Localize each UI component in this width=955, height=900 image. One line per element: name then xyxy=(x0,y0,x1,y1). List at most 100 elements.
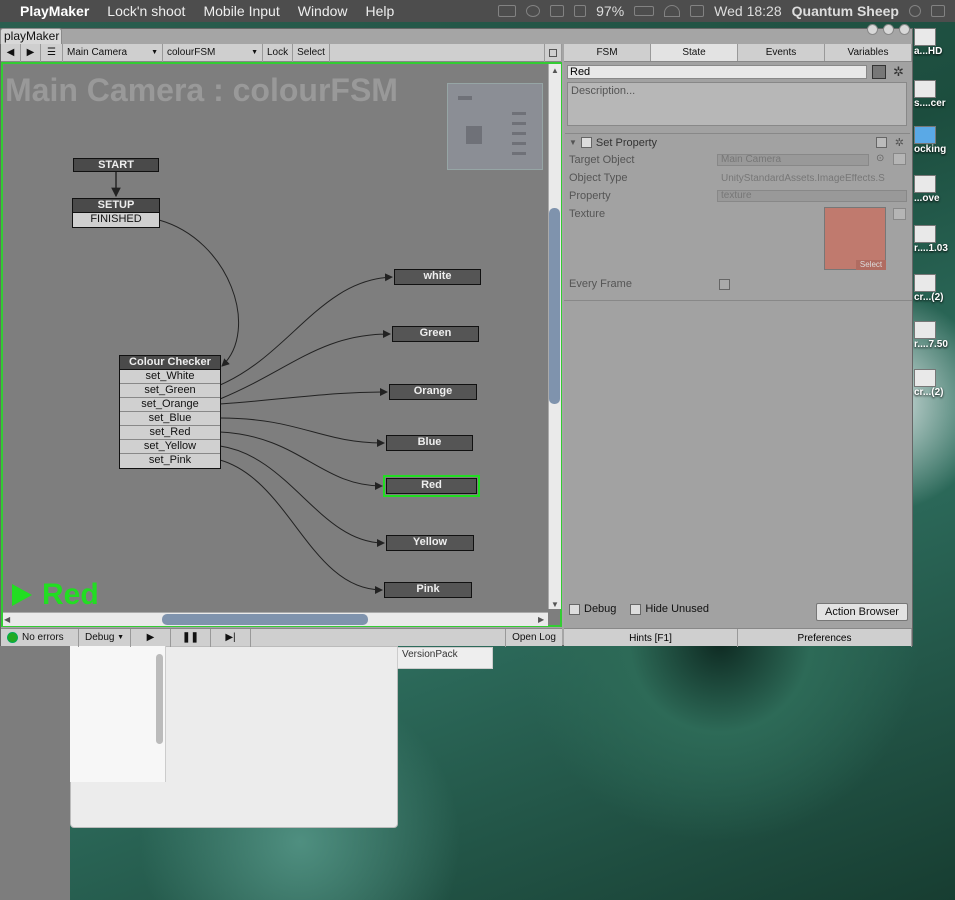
battery-percent[interactable]: 97% xyxy=(596,3,624,19)
state-red[interactable]: Red xyxy=(383,475,480,497)
menu-window[interactable]: Window xyxy=(289,3,357,19)
airplay-icon[interactable] xyxy=(498,5,517,17)
notifications-icon[interactable] xyxy=(931,5,945,17)
variable-toggle-button[interactable] xyxy=(893,208,906,220)
object-dropdown[interactable]: Main Camera ▼ xyxy=(63,43,163,62)
every-frame-checkbox[interactable] xyxy=(719,279,730,290)
scroll-down-icon[interactable]: ▼ xyxy=(551,600,559,609)
menu-playmaker[interactable]: PlayMaker xyxy=(0,3,98,19)
event-finished[interactable]: FINISHED xyxy=(73,213,159,227)
volume-icon[interactable] xyxy=(690,5,705,17)
event-set-yellow[interactable]: set_Yellow xyxy=(120,440,220,454)
back-button[interactable]: ◀ xyxy=(1,43,21,62)
bluetooth-icon[interactable] xyxy=(574,5,587,17)
wifi-icon[interactable] xyxy=(664,5,681,17)
variable-toggle-button[interactable] xyxy=(893,153,906,165)
fsm-dropdown[interactable]: colourFSM ▼ xyxy=(163,43,263,62)
background-tab[interactable]: VersionPack xyxy=(397,647,493,669)
hints-button[interactable]: Hints [F1] xyxy=(564,629,738,647)
tab-variables[interactable]: Variables xyxy=(825,44,912,61)
desktop-icon-file[interactable]: s....cer xyxy=(914,80,954,109)
desktop-icon-screenshot-3[interactable]: r....7.50 xyxy=(914,321,954,350)
menu-help[interactable]: Help xyxy=(357,3,404,19)
menu-mobile-input[interactable]: Mobile Input xyxy=(194,3,288,19)
scroll-right-icon[interactable]: ▶ xyxy=(538,615,544,624)
collapse-arrow-icon[interactable]: ▼ xyxy=(569,138,577,147)
tab-events[interactable]: Events xyxy=(738,44,825,61)
state-yellow[interactable]: Yellow xyxy=(386,535,474,551)
target-object-field[interactable]: Main Camera xyxy=(717,154,869,166)
canvas-vertical-scroll-thumb[interactable] xyxy=(549,208,560,404)
property-dropdown[interactable]: texture xyxy=(717,190,907,202)
object-type-field[interactable]: UnityStandardAssets.ImageEffects.S xyxy=(717,173,907,185)
state-settings-icon[interactable]: ✲ xyxy=(893,64,904,80)
texture-select-button[interactable]: Select xyxy=(856,260,886,270)
description-field[interactable]: Description... xyxy=(567,82,907,126)
time-machine-icon[interactable] xyxy=(526,5,541,17)
back-arrow-icon: ◀ xyxy=(6,47,15,58)
state-blue[interactable]: Blue xyxy=(386,435,473,451)
menu-button[interactable]: ☰ xyxy=(41,43,63,62)
step-button[interactable]: ▶| xyxy=(211,628,251,647)
clock[interactable]: Wed 18:28 xyxy=(714,3,781,19)
lock-button[interactable]: Lock xyxy=(263,43,294,62)
desktop-icon-folder[interactable]: ocking xyxy=(914,126,954,155)
graph-minimap[interactable] xyxy=(447,83,543,170)
event-set-white[interactable]: set_White xyxy=(120,370,220,384)
search-icon[interactable] xyxy=(909,5,921,17)
state-pink[interactable]: Pink xyxy=(384,582,472,598)
battery-icon[interactable] xyxy=(634,6,655,16)
action-browser-button[interactable]: Action Browser xyxy=(816,603,908,621)
graph-settings-button[interactable] xyxy=(544,43,562,62)
error-status[interactable]: No errors xyxy=(1,628,79,647)
window-close-button[interactable] xyxy=(899,24,910,35)
desktop-icon-drive[interactable]: a...HD xyxy=(914,28,954,57)
desktop-icon-screenshot-1[interactable]: r....1.03 xyxy=(914,225,954,254)
scroll-left-icon[interactable]: ◀ xyxy=(4,615,10,624)
menu-locknshoot[interactable]: Lock'n shoot xyxy=(98,3,194,19)
desktop-icon-movie[interactable]: ...ove xyxy=(914,175,954,204)
ok-status-icon xyxy=(7,632,18,643)
state-color-button[interactable] xyxy=(872,65,886,79)
event-set-orange[interactable]: set_Orange xyxy=(120,398,220,412)
object-picker-icon[interactable]: ⊙ xyxy=(876,153,884,164)
action-header[interactable]: ▼ Set Property ✲ xyxy=(565,133,910,151)
event-set-blue[interactable]: set_Blue xyxy=(120,412,220,426)
state-colour-checker[interactable]: Colour Checker set_White set_Green set_O… xyxy=(119,355,221,469)
state-orange[interactable]: Orange xyxy=(389,384,477,400)
select-button[interactable]: Select xyxy=(293,43,330,62)
debug-toggle[interactable]: Debug Hide Unused xyxy=(569,603,709,615)
preferences-button[interactable]: Preferences xyxy=(738,629,912,647)
event-set-red[interactable]: set_Red xyxy=(120,426,220,440)
play-button[interactable]: ▶ xyxy=(131,628,171,647)
desktop-icon-screenshot-2[interactable]: cr...(2) xyxy=(914,274,954,303)
action-settings-icon[interactable]: ✲ xyxy=(895,136,904,149)
tab-state[interactable]: State xyxy=(651,44,738,61)
move-icon[interactable] xyxy=(550,5,565,17)
state-setup[interactable]: SETUP FINISHED xyxy=(72,198,160,228)
event-set-pink[interactable]: set_Pink xyxy=(120,454,220,468)
open-log-button[interactable]: Open Log xyxy=(505,628,562,647)
action-enabled-checkbox[interactable] xyxy=(580,137,592,148)
state-white[interactable]: white xyxy=(394,269,481,285)
start-node[interactable]: START xyxy=(73,158,159,172)
user-name[interactable]: Quantum Sheep xyxy=(792,3,899,19)
background-scrollbar[interactable] xyxy=(156,654,163,744)
state-name-field[interactable]: Red xyxy=(567,65,867,79)
tab-fsm[interactable]: FSM xyxy=(564,44,651,61)
desktop-icon-screenshot-4[interactable]: cr...(2) xyxy=(914,369,954,398)
event-set-green[interactable]: set_Green xyxy=(120,384,220,398)
window-tab[interactable]: playMaker xyxy=(0,28,62,44)
debug-checkbox[interactable] xyxy=(569,603,580,615)
action-help-icon[interactable] xyxy=(875,137,887,148)
forward-button[interactable]: ▶ xyxy=(21,43,41,62)
pause-button[interactable]: ❚❚ xyxy=(171,628,211,647)
scroll-up-icon[interactable]: ▲ xyxy=(551,66,559,75)
debug-dropdown[interactable]: Debug ▼ xyxy=(79,628,131,647)
state-green[interactable]: Green xyxy=(392,326,479,342)
hide-unused-checkbox[interactable] xyxy=(630,603,642,615)
canvas-horizontal-scroll-thumb[interactable] xyxy=(162,614,368,625)
window-minimize-button[interactable] xyxy=(867,24,878,35)
screenshot-icon xyxy=(914,321,936,339)
window-zoom-button[interactable] xyxy=(883,24,894,35)
